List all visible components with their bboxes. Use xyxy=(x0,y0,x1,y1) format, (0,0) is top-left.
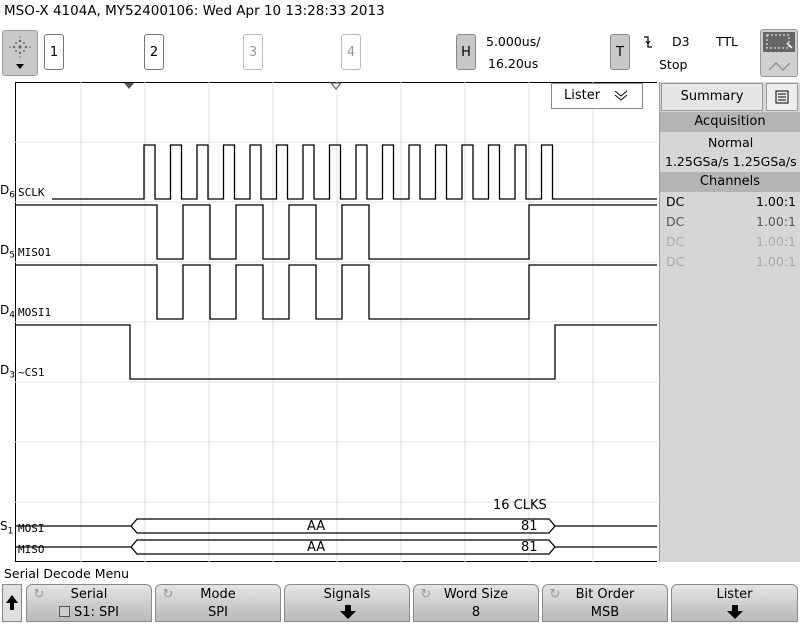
softkey-bit-order-value: MSB xyxy=(590,605,620,620)
cs1-trace xyxy=(15,324,657,380)
lister-dropdown[interactable]: Lister xyxy=(551,83,643,109)
softkey-mode-value: SPI xyxy=(208,605,228,620)
waveform-svg xyxy=(15,82,657,562)
info-sidebar: Summary Acquisition Normal 1.25GSa/s 1.2… xyxy=(659,82,800,562)
softkey-word-size[interactable]: ↻ Word Size 8 xyxy=(413,584,539,622)
ch1-coupling: DC xyxy=(666,194,685,209)
window-title: MSO-X 4104A, MY52400106: Wed Apr 10 13:2… xyxy=(4,3,385,19)
softkey-mode[interactable]: ↻ Mode SPI xyxy=(155,584,281,622)
delay-marker xyxy=(329,82,343,90)
d4-label: D4 xyxy=(0,303,15,321)
softkey-signals[interactable]: Signals xyxy=(284,584,410,622)
menu-title: Serial Decode Menu xyxy=(4,566,130,581)
d3-label: D3 xyxy=(0,363,15,381)
mosi1-trace xyxy=(15,264,657,320)
lister-label: Lister xyxy=(564,88,601,103)
horizontal-scale: 5.000us/ xyxy=(486,34,541,49)
softkey-mode-label: Mode xyxy=(200,587,236,602)
falling-edge-icon xyxy=(644,36,652,48)
ch2-coupling: DC xyxy=(666,214,685,229)
trigger-marker xyxy=(124,83,134,89)
channel-2-button[interactable]: 2 xyxy=(144,34,164,70)
miso-value-2: 81 xyxy=(521,540,538,555)
ch3-coupling: DC xyxy=(666,234,685,249)
trigger-key[interactable]: T xyxy=(610,34,630,70)
channel-4-button[interactable]: 4 xyxy=(341,34,361,70)
mosi1-label: MOSI1 xyxy=(18,306,52,319)
d6-label: D6 xyxy=(0,183,15,201)
grid xyxy=(15,82,657,562)
softkey-lister-label: Lister xyxy=(716,587,753,602)
softkey-lister[interactable]: Lister xyxy=(671,584,798,622)
sclk-label: SCLK xyxy=(18,186,45,199)
ch4-probe: 1.00:1 xyxy=(756,254,796,269)
sclk-trace xyxy=(52,144,657,200)
channels-header: Channels xyxy=(660,172,800,192)
miso-value-1: AA xyxy=(307,540,326,555)
bus-miso-label: MISO xyxy=(18,543,45,556)
ch1-probe: 1.00:1 xyxy=(756,194,796,209)
softkey-serial-value: S1: SPI xyxy=(74,605,119,620)
channel-3-button[interactable]: 3 xyxy=(243,34,263,70)
d5-label: D5 xyxy=(0,243,15,261)
trigger-source: D3 xyxy=(672,34,690,49)
trigger-state: Stop xyxy=(659,57,688,72)
s1-color-box xyxy=(59,606,71,617)
horizontal-key[interactable]: H xyxy=(456,34,476,70)
run-control-button[interactable] xyxy=(2,30,38,76)
softkey-serial-label: Serial xyxy=(70,587,108,602)
menu-icon[interactable] xyxy=(766,83,798,111)
double-chevron-icon xyxy=(614,90,628,101)
softkey-word-size-value: 8 xyxy=(471,605,481,620)
up-arrow-icon xyxy=(6,595,18,610)
softkey-serial[interactable]: ↻ Serial S1: SPI xyxy=(26,584,152,622)
horizontal-delay: 16.20us xyxy=(488,56,539,71)
zoom-select-button[interactable] xyxy=(760,29,798,77)
acq-mode: Normal xyxy=(708,135,754,150)
ch3-probe: 1.00:1 xyxy=(756,234,796,249)
miso-bus-packet xyxy=(130,539,556,555)
cs1-label: ~CS1 xyxy=(18,366,45,379)
softkey-word-size-label: Word Size xyxy=(443,587,509,602)
ch4-coupling: DC xyxy=(666,254,685,269)
summary-tab[interactable]: Summary xyxy=(661,83,763,111)
clks-count: 16 CLKS xyxy=(493,498,547,513)
trigger-level: TTL xyxy=(716,34,739,49)
softkey-bit-order-label: Bit Order xyxy=(575,587,635,602)
s1-label: S1 xyxy=(0,519,14,537)
channel-1-button[interactable]: 1 xyxy=(44,34,64,70)
mosi-value-1: AA xyxy=(307,519,326,534)
miso1-trace xyxy=(15,204,657,260)
mosi-bus-packet xyxy=(130,518,556,534)
acquisition-header: Acquisition xyxy=(660,112,800,132)
softkey-signals-label: Signals xyxy=(323,587,371,602)
back-button[interactable] xyxy=(2,584,22,622)
chevron-down-icon xyxy=(16,64,24,69)
down-arrow-icon xyxy=(340,605,356,619)
waveform-icon xyxy=(768,62,791,71)
bus-mosi-label: MOSI xyxy=(18,522,45,535)
miso1-label: MISO1 xyxy=(18,246,52,259)
softkey-bit-order[interactable]: ↻ Bit Order MSB xyxy=(542,584,668,622)
down-arrow-icon xyxy=(727,605,743,619)
acq-rate: 1.25GSa/s 1.25GSa/s xyxy=(665,154,797,169)
ch2-probe: 1.00:1 xyxy=(756,214,796,229)
mosi-value-2: 81 xyxy=(521,519,538,534)
sparkle-icon xyxy=(9,36,31,69)
